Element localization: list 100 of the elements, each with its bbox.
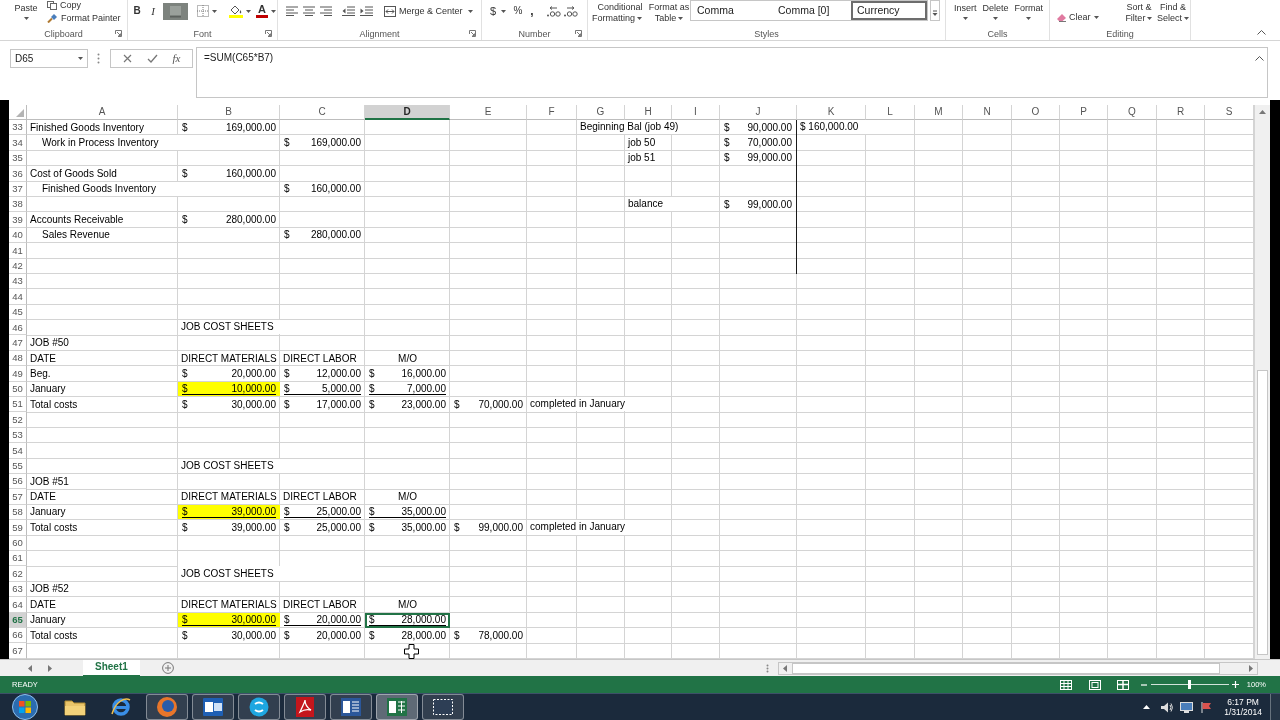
caret-icon[interactable] [246, 9, 251, 13]
dialog-launcher-icon[interactable] [265, 30, 272, 37]
row-header[interactable]: 62 [9, 566, 27, 582]
left-triangle-icon[interactable] [783, 664, 787, 672]
network-icon[interactable] [1180, 701, 1194, 713]
up-caret-icon[interactable] [1143, 705, 1151, 709]
row-header[interactable]: 49 [9, 366, 27, 382]
slider-thumb[interactable] [1188, 680, 1192, 689]
row-header[interactable]: 33 [9, 120, 27, 136]
scroll-thumb[interactable] [792, 662, 1220, 674]
row-header[interactable]: 54 [9, 443, 27, 459]
column-header[interactable]: O [1012, 105, 1060, 120]
column-header[interactable]: G [577, 105, 625, 120]
taskbar-button[interactable] [422, 694, 464, 720]
row-header[interactable]: 47 [9, 335, 27, 351]
up-triangle-icon[interactable] [1259, 110, 1266, 114]
plus-circle-icon[interactable] [161, 662, 174, 674]
gallery-more-icon[interactable] [930, 0, 940, 21]
decrease-indent-icon[interactable] [342, 6, 355, 16]
conditional-formatting-button[interactable]: Conditional Formatting [592, 0, 648, 24]
format-as-table-button[interactable]: Format as Table [648, 0, 690, 24]
cells-command-button[interactable]: Format [1014, 0, 1044, 28]
currency-format-button[interactable]: $ [489, 5, 497, 17]
column-header[interactable]: F [527, 105, 577, 120]
comma-style-button[interactable]: , [529, 5, 535, 17]
up-caret-icon[interactable] [1257, 30, 1266, 35]
column-header[interactable]: N [963, 105, 1012, 120]
sort-filter-button[interactable]: Sort & Filter [1121, 0, 1157, 24]
align-right-icon[interactable] [320, 6, 332, 16]
vertical-dots-icon[interactable] [766, 663, 769, 673]
row-header[interactable]: 51 [9, 397, 27, 413]
dialog-launcher-icon[interactable] [575, 30, 582, 37]
cells-command-button[interactable]: Insert [954, 0, 977, 28]
column-header[interactable]: E [450, 105, 527, 120]
caret-icon[interactable] [271, 9, 276, 13]
row-header[interactable]: 57 [9, 489, 27, 505]
speaker-icon[interactable] [1161, 701, 1174, 713]
row-header[interactable]: 34 [9, 135, 27, 151]
page-break-icon[interactable] [1116, 679, 1129, 690]
formula-input[interactable]: =SUM(C65*B7) [196, 47, 1268, 98]
column-header[interactable]: Q [1108, 105, 1157, 120]
scroll-thumb[interactable] [1257, 370, 1268, 655]
flag-icon[interactable] [1201, 701, 1213, 713]
insert-function-button[interactable]: fx [172, 53, 181, 64]
clock-date[interactable]: 1/31/2014 [1224, 707, 1262, 717]
cell-style-option[interactable]: Comma [691, 1, 771, 20]
font-color-button[interactable]: A [256, 4, 268, 18]
bold-button[interactable]: B [131, 3, 143, 19]
clock-time[interactable]: 6:17 PM [1227, 697, 1259, 707]
increase-indent-icon[interactable] [360, 6, 373, 16]
row-header[interactable]: 44 [9, 289, 27, 305]
find-select-button[interactable]: Find & Select [1156, 0, 1190, 24]
cells-command-button[interactable]: Delete [982, 0, 1009, 28]
column-header[interactable]: L [866, 105, 915, 120]
taskbar-button[interactable] [284, 694, 326, 720]
taskbar-button[interactable] [376, 694, 418, 720]
minus-icon[interactable] [1140, 683, 1147, 686]
row-header[interactable]: 39 [9, 212, 27, 228]
column-header[interactable]: A [27, 105, 178, 120]
vertical-scrollbar[interactable] [1254, 105, 1270, 659]
zoom-slider[interactable] [1150, 680, 1229, 689]
align-center-icon[interactable] [303, 6, 315, 16]
normal-view-icon[interactable] [1059, 679, 1072, 690]
italic-button[interactable]: I [147, 3, 159, 19]
row-header[interactable]: 36 [9, 166, 27, 182]
column-header[interactable]: H [625, 105, 672, 120]
align-left-icon[interactable] [286, 6, 298, 16]
cell-style-option[interactable]: Currency [851, 1, 927, 20]
taskbar-button[interactable] [192, 694, 234, 720]
sheet-tab[interactable]: Sheet1 [83, 659, 140, 677]
column-header[interactable]: R [1157, 105, 1205, 120]
increase-decimal-icon[interactable] [547, 5, 561, 17]
row-header[interactable]: 52 [9, 412, 27, 428]
format-painter-button[interactable]: Format Painter [47, 11, 121, 25]
column-header[interactable]: B [178, 105, 280, 120]
vertical-dots-icon[interactable] [97, 53, 100, 64]
column-header[interactable]: M [915, 105, 963, 120]
column-header[interactable]: P [1060, 105, 1108, 120]
row-header[interactable]: 59 [9, 520, 27, 536]
paint-bucket-icon[interactable] [229, 4, 243, 18]
dialog-launcher-icon[interactable] [115, 30, 122, 37]
percent-button[interactable]: % [513, 6, 523, 16]
decrease-decimal-icon[interactable] [564, 5, 578, 17]
cell-style-option[interactable]: Comma [0] [771, 1, 851, 20]
dialog-launcher-icon[interactable] [469, 30, 476, 37]
column-header[interactable]: J [720, 105, 797, 120]
row-header[interactable]: 64 [9, 597, 27, 613]
caret-icon[interactable] [501, 9, 506, 13]
taskbar-button[interactable] [330, 694, 372, 720]
shaded-tile-icon[interactable] [163, 2, 188, 20]
check-icon[interactable] [146, 54, 158, 63]
copy-button[interactable]: Copy [47, 0, 121, 10]
right-triangle-icon[interactable] [48, 664, 52, 672]
paste-button[interactable]: Paste [13, 0, 39, 28]
caret-icon[interactable] [212, 9, 217, 13]
start-button[interactable] [12, 694, 38, 720]
up-caret-icon[interactable] [1255, 56, 1264, 61]
row-header[interactable]: 41 [9, 243, 27, 259]
merge-center-button[interactable]: Merge & Center [384, 5, 473, 17]
right-triangle-icon[interactable] [1249, 664, 1253, 672]
